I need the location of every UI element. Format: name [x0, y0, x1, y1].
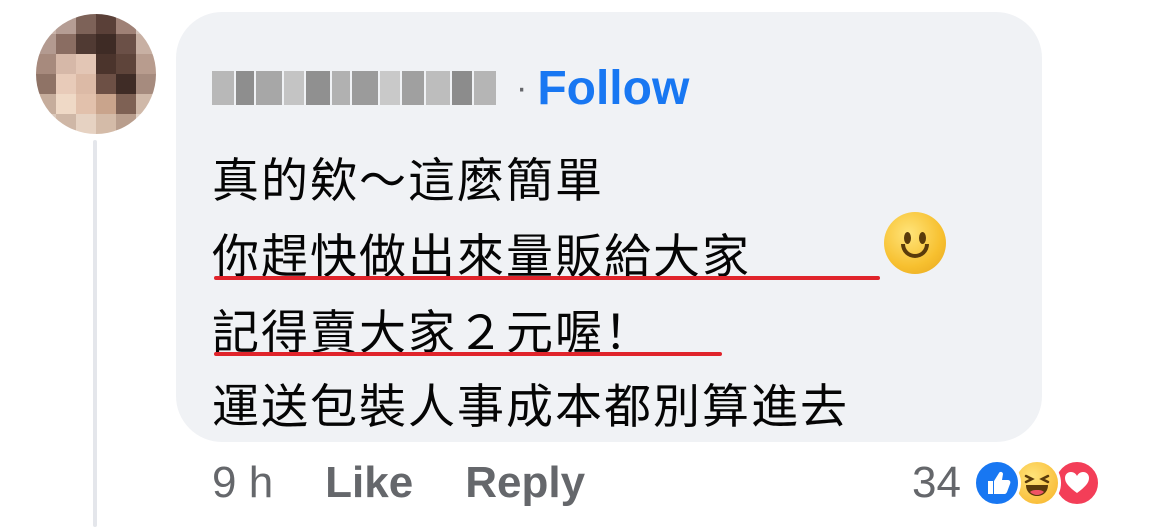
timestamp-link[interactable]: 9 h [212, 458, 273, 508]
comment-line-4: 運送包裝人事成本都別算進去 [212, 380, 849, 435]
separator-dot: · [516, 68, 528, 107]
reactions-summary[interactable]: 34 [912, 458, 1101, 508]
like-reaction-icon [972, 459, 1021, 507]
reaction-count: 34 [912, 458, 961, 507]
follow-button[interactable]: Follow [537, 61, 689, 116]
spellcheck-underline-1 [214, 276, 880, 280]
author-name-obscured[interactable] [212, 68, 496, 108]
thread-line [93, 140, 97, 527]
spellcheck-underline-2 [214, 352, 722, 356]
comment-line-1: 真的欸～這麼簡單 [212, 154, 604, 209]
smiling-face-icon [884, 212, 946, 274]
like-button[interactable]: Like [325, 458, 413, 508]
avatar[interactable] [36, 14, 156, 134]
reply-button[interactable]: Reply [465, 458, 585, 508]
comment-actions: 9 h Like Reply [212, 458, 585, 508]
comment-header: · Follow [212, 58, 689, 118]
comment-bubble: · Follow 真的欸～這麼簡單 你趕快做出來量販給大家 記得賣大家２元喔！ … [176, 12, 1042, 442]
